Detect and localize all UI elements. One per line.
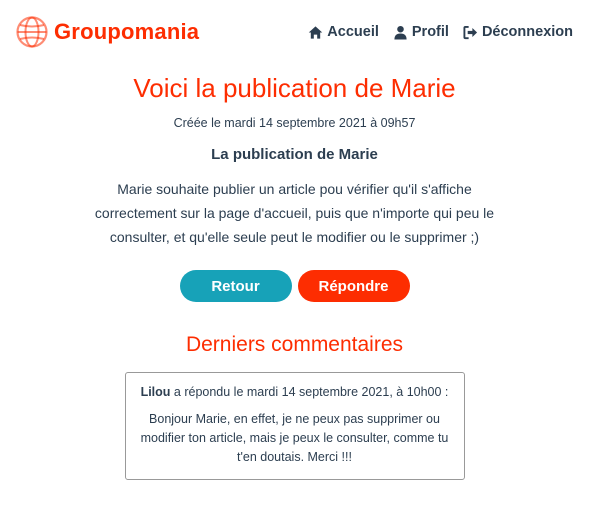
header: Groupomania Accueil Profil Déconnexion: [16, 14, 573, 50]
nav-home-label: Accueil: [327, 24, 379, 40]
post-body: Marie souhaite publier un article pou vé…: [94, 181, 495, 245]
main-nav: Accueil Profil Déconnexion: [308, 24, 573, 40]
nav-profile[interactable]: Profil: [393, 24, 449, 40]
nav-profile-label: Profil: [411, 24, 449, 40]
brand-name: Groupomania: [54, 19, 200, 44]
page: Groupomania Accueil Profil Déconnexion V…: [0, 0, 589, 517]
comments-title: Derniers commentaires: [185, 333, 404, 356]
user-icon: [394, 25, 407, 40]
nav-logout[interactable]: Déconnexion: [463, 24, 573, 40]
nav-logout-label: Déconnexion: [481, 24, 573, 40]
post-title: La publication de Marie: [211, 146, 378, 163]
post-view: Voici la publication de Marie Créée le m…: [0, 66, 589, 480]
logout-icon: [463, 25, 478, 39]
nav-home[interactable]: Accueil: [308, 24, 379, 40]
post-date: Créée le mardi 14 septembre 2021 à 09h57: [173, 116, 416, 130]
page-title: Voici la publication de Marie: [133, 73, 456, 103]
post-actions: Retour Répondre: [0, 270, 589, 302]
home-icon: [309, 25, 323, 39]
comment-card: Lilou a répondu le mardi 14 septembre 20…: [124, 372, 465, 480]
comment-meta: a répondu le mardi 14 septembre 2021, à …: [170, 385, 449, 399]
comment-header: Lilou a répondu le mardi 14 septembre 20…: [136, 383, 454, 402]
globe-icon: [16, 16, 48, 48]
comment-author: Lilou: [140, 385, 171, 399]
reply-button[interactable]: Répondre: [297, 270, 410, 302]
comment-text: Bonjour Marie, en effet, je ne peux pas …: [140, 412, 449, 464]
brand-link[interactable]: Groupomania: [16, 16, 199, 48]
back-button[interactable]: Retour: [179, 270, 292, 302]
